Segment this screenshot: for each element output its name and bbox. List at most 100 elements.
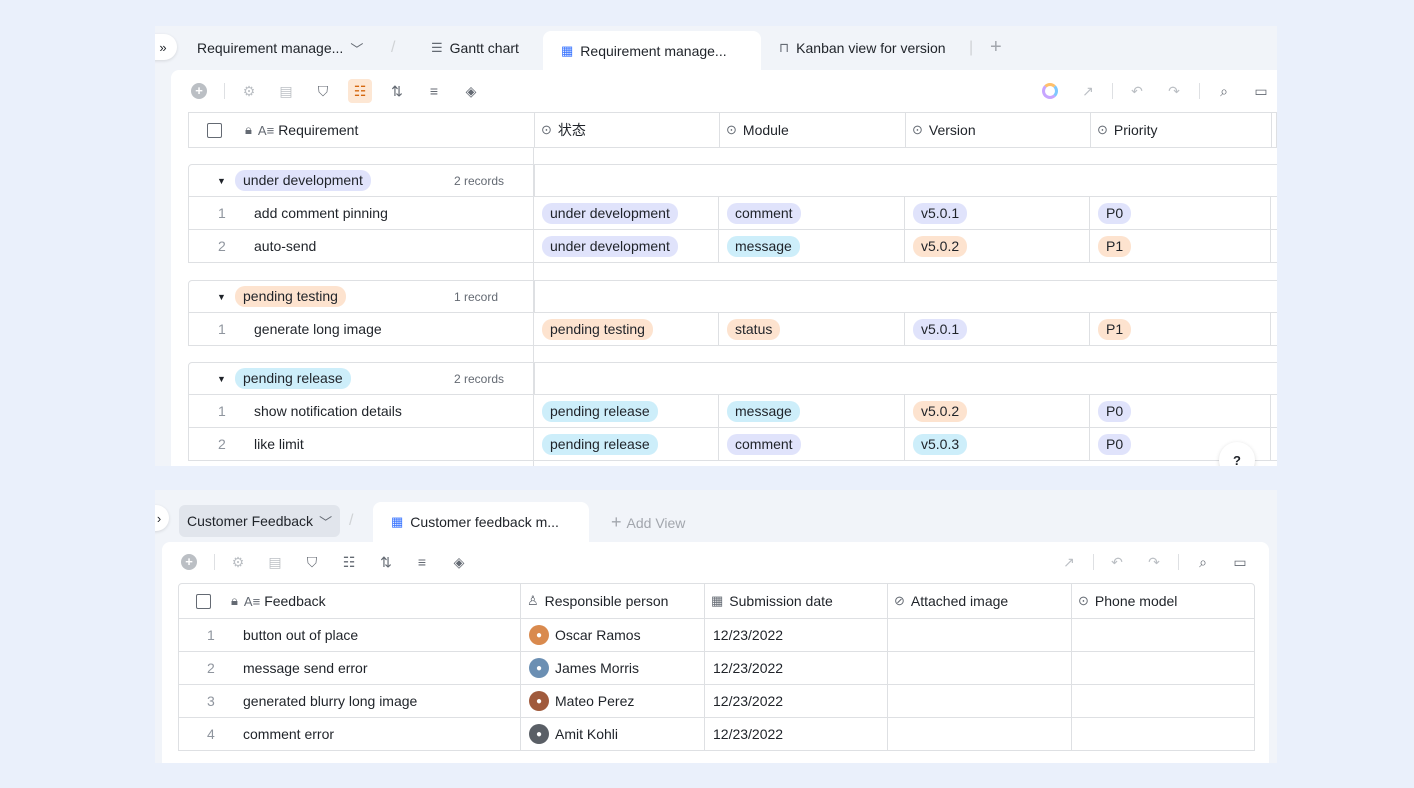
table-row[interactable]: 2 like limit pending release comment v5.0.3 P… bbox=[188, 428, 1277, 461]
version-cell[interactable]: v5.0.2 bbox=[905, 395, 1090, 427]
feedback-cell[interactable]: 4 comment error bbox=[179, 718, 521, 750]
module-cell[interactable]: message bbox=[719, 230, 905, 262]
feedback-cell[interactable]: 2 message send error bbox=[179, 652, 521, 684]
attached-image-cell[interactable] bbox=[888, 718, 1072, 750]
table-row[interactable]: 4 comment error ● Amit Kohli 12/23/2022 bbox=[178, 718, 1255, 751]
responsible-person-cell[interactable]: ● James Morris bbox=[521, 652, 705, 684]
attached-image-cell[interactable] bbox=[888, 685, 1072, 717]
table-row[interactable]: 1 show notification details pending releas… bbox=[188, 395, 1277, 428]
status-cell[interactable]: under development bbox=[534, 230, 719, 262]
col-attached-image[interactable]: ⊘ Attached image bbox=[888, 584, 1072, 618]
add-view-button[interactable]: + Add View bbox=[611, 512, 685, 533]
tab-kanban-version[interactable]: ⊓ Kanban view for version bbox=[779, 30, 946, 66]
expand-sidebar-icon[interactable]: › bbox=[155, 505, 169, 531]
select-all-checkbox[interactable] bbox=[206, 122, 222, 138]
submission-date-cell[interactable]: 12/23/2022 bbox=[705, 619, 888, 651]
col-requirement[interactable]: 🔒︎ A≡ Requirement bbox=[189, 113, 535, 147]
collapse-caret-icon[interactable]: ▼ bbox=[217, 292, 226, 302]
sort-icon[interactable]: ⇅ bbox=[385, 79, 409, 103]
status-cell[interactable]: pending release bbox=[534, 428, 719, 460]
settings-icon[interactable]: ⚙ bbox=[237, 79, 261, 103]
search-records-icon[interactable]: ⌕ bbox=[1191, 550, 1215, 574]
base-dropdown[interactable]: Customer Feedback ﹀ bbox=[179, 505, 341, 537]
col-priority[interactable]: ⊙ Priority bbox=[1091, 113, 1272, 147]
module-cell[interactable]: comment bbox=[719, 428, 905, 460]
priority-cell[interactable]: P1 bbox=[1090, 230, 1271, 262]
priority-cell[interactable]: P0 bbox=[1090, 395, 1271, 427]
module-cell[interactable]: comment bbox=[719, 197, 905, 229]
col-responsible-person[interactable]: ♙ Responsible person bbox=[521, 584, 705, 618]
tab-customer-feedback[interactable]: ▦ Customer feedback m... bbox=[373, 502, 589, 542]
share-icon[interactable]: ↗ bbox=[1057, 550, 1081, 574]
add-record-icon[interactable]: + bbox=[187, 79, 211, 103]
table-row[interactable]: 1 add comment pinning under development com… bbox=[188, 197, 1277, 230]
phone-model-cell[interactable] bbox=[1072, 718, 1254, 750]
priority-cell[interactable]: P0 bbox=[1090, 197, 1271, 229]
redo-icon[interactable]: ↷ bbox=[1142, 550, 1166, 574]
group-icon[interactable]: ☷ bbox=[337, 550, 361, 574]
col-feedback[interactable]: 🔒︎ A≡ Feedback bbox=[179, 584, 521, 618]
responsible-person-cell[interactable]: ● Amit Kohli bbox=[521, 718, 705, 750]
version-cell[interactable]: v5.0.3 bbox=[905, 428, 1090, 460]
field-config-icon[interactable]: ▤ bbox=[274, 79, 298, 103]
group-header[interactable]: ▼ under development 2 records bbox=[188, 164, 534, 197]
phone-model-cell[interactable] bbox=[1072, 619, 1254, 651]
table-row[interactable]: 2 auto-send under development message v5.0.2… bbox=[188, 230, 1277, 263]
feedback-cell[interactable]: 3 generated blurry long image bbox=[179, 685, 521, 717]
add-record-icon[interactable]: + bbox=[177, 550, 201, 574]
breadcrumb-dropdown[interactable]: Requirement manage... ﹀ bbox=[197, 30, 363, 66]
phone-model-cell[interactable] bbox=[1072, 685, 1254, 717]
requirement-cell[interactable]: 1 add comment pinning bbox=[188, 197, 534, 229]
select-all-checkbox[interactable] bbox=[195, 593, 211, 609]
attached-image-cell[interactable] bbox=[888, 619, 1072, 651]
version-cell[interactable]: v5.0.1 bbox=[905, 197, 1090, 229]
group-header[interactable]: ▼ pending release 2 records bbox=[188, 362, 534, 395]
status-cell[interactable]: under development bbox=[534, 197, 719, 229]
settings-icon[interactable]: ⚙ bbox=[226, 550, 250, 574]
filter-icon[interactable]: ⛉ bbox=[311, 79, 335, 103]
version-cell[interactable]: v5.0.2 bbox=[905, 230, 1090, 262]
undo-icon[interactable]: ↶ bbox=[1105, 550, 1129, 574]
table-row[interactable]: 3 generated blurry long image ● Mateo Perez… bbox=[178, 685, 1255, 718]
table-row[interactable]: 2 message send error ● James Morris 12/23/20… bbox=[178, 652, 1255, 685]
requirement-cell[interactable]: 1 show notification details bbox=[188, 395, 534, 427]
share-icon[interactable]: ↗ bbox=[1076, 79, 1100, 103]
filter-icon[interactable]: ⛉ bbox=[300, 550, 324, 574]
fill-color-icon[interactable]: ◈ bbox=[447, 550, 471, 574]
col-version[interactable]: ⊙ Version bbox=[906, 113, 1091, 147]
table-row[interactable]: 1 generate long image pending testing statu… bbox=[188, 313, 1277, 346]
add-view-icon[interactable]: + bbox=[990, 36, 1002, 59]
version-cell[interactable]: v5.0.1 bbox=[905, 313, 1090, 345]
responsible-person-cell[interactable]: ● Oscar Ramos bbox=[521, 619, 705, 651]
submission-date-cell[interactable]: 12/23/2022 bbox=[705, 718, 888, 750]
group-icon[interactable]: ☷ bbox=[348, 79, 372, 103]
comments-icon[interactable]: ▭ bbox=[1228, 550, 1252, 574]
group-header[interactable]: ▼ pending testing 1 record bbox=[188, 280, 534, 313]
requirement-cell[interactable]: 2 like limit bbox=[188, 428, 534, 460]
requirement-cell[interactable]: 1 generate long image bbox=[188, 313, 534, 345]
phone-model-cell[interactable] bbox=[1072, 652, 1254, 684]
col-submission-date[interactable]: ▦ Submission date bbox=[705, 584, 888, 618]
col-phone-model[interactable]: ⊙ Phone model bbox=[1072, 584, 1254, 618]
module-cell[interactable]: status bbox=[719, 313, 905, 345]
collapse-caret-icon[interactable]: ▼ bbox=[217, 176, 226, 186]
status-cell[interactable]: pending testing bbox=[534, 313, 719, 345]
col-status[interactable]: ⊙ 状态 bbox=[535, 113, 720, 147]
expand-sidebar-icon[interactable]: » bbox=[155, 34, 177, 60]
redo-icon[interactable]: ↷ bbox=[1162, 79, 1186, 103]
priority-cell[interactable]: P1 bbox=[1090, 313, 1271, 345]
search-records-icon[interactable]: ⌕ bbox=[1212, 79, 1236, 103]
row-height-icon[interactable]: ≡ bbox=[422, 79, 446, 103]
tab-gantt-chart[interactable]: ☰ Gantt chart bbox=[431, 30, 519, 66]
submission-date-cell[interactable]: 12/23/2022 bbox=[705, 652, 888, 684]
module-cell[interactable]: message bbox=[719, 395, 905, 427]
comments-icon[interactable]: ▭ bbox=[1249, 79, 1273, 103]
attached-image-cell[interactable] bbox=[888, 652, 1072, 684]
ai-assistant-icon[interactable] bbox=[1038, 79, 1062, 103]
sort-icon[interactable]: ⇅ bbox=[374, 550, 398, 574]
tab-requirement-management[interactable]: ▦ Requirement manage... bbox=[543, 31, 761, 70]
status-cell[interactable]: pending release bbox=[534, 395, 719, 427]
responsible-person-cell[interactable]: ● Mateo Perez bbox=[521, 685, 705, 717]
fill-color-icon[interactable]: ◈ bbox=[459, 79, 483, 103]
collapse-caret-icon[interactable]: ▼ bbox=[217, 374, 226, 384]
